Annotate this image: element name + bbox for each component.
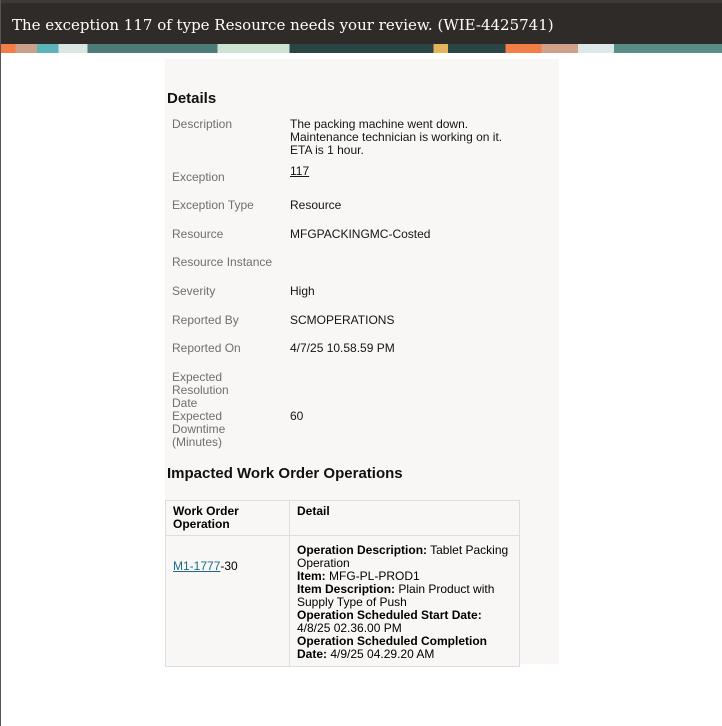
field-label: Resource	[172, 227, 224, 241]
field-value: SCMOPERATIONS	[290, 313, 395, 327]
field-label: Reported On	[172, 341, 241, 355]
field-label: Description	[172, 117, 233, 131]
notification-title: The exception 117 of type Resource needs…	[12, 16, 554, 34]
detail-line: Operation Description: Tablet Packing Op…	[297, 544, 512, 570]
detail-line: Item Description: Plain Product with Sup…	[297, 583, 512, 609]
notification-title-bar: The exception 117 of type Resource needs…	[1, 0, 722, 44]
detail-value: 4/8/25 02.36.00 PM	[297, 621, 402, 635]
detail-key: Item Description:	[297, 582, 396, 596]
field-value: Resource	[290, 198, 342, 212]
field-value: MFGPACKINGMC-Costed	[290, 227, 431, 241]
field-label: Severity	[172, 284, 216, 298]
detail-key: Operation Description:	[297, 543, 428, 557]
impacted-operations-table: Work Order Operation Detail M1-1777-30 Op…	[165, 500, 520, 667]
detail-value: 4/9/25 04.29.20 AM	[327, 647, 435, 661]
operation-sequence: -30	[220, 559, 238, 573]
field-value: The packing machine went down. Maintenan…	[290, 117, 503, 157]
work-order-link[interactable]: M1-1777	[173, 559, 220, 573]
detail-line: Operation Scheduled Completion Date: 4/9…	[297, 635, 512, 661]
impacted-heading: Impacted Work Order Operations	[167, 465, 403, 482]
field-value[interactable]: 117	[290, 165, 515, 178]
field-value: High	[290, 284, 315, 298]
field-label: Reported By	[172, 313, 239, 327]
column-header-detail: Detail	[289, 500, 520, 536]
details-heading: Details	[167, 90, 217, 107]
detail-key: Item:	[297, 569, 326, 583]
table-row: M1-1777-30 Operation Description: Tablet…	[165, 535, 520, 667]
field-label: Exception	[172, 170, 225, 184]
field-label: Resource Instance	[172, 255, 273, 269]
detail-value: MFG-PL-PROD1	[325, 569, 420, 583]
field-label: Expected Resolution Date	[172, 370, 229, 410]
column-header-work-order: Work Order Operation	[165, 500, 290, 536]
details-panel: Details Description The packing machine w…	[165, 59, 559, 667]
field-value: 4/7/25 10.58.59 PM	[290, 341, 395, 355]
field-value: 60	[290, 409, 304, 423]
operation-detail: Operation Description: Tablet Packing Op…	[289, 535, 520, 667]
field-label: Expected Downtime (Minutes)	[172, 409, 226, 449]
detail-line: Operation Scheduled Start Date: 4/8/25 0…	[297, 609, 512, 635]
detail-key: Operation Scheduled Start Date:	[297, 608, 482, 622]
field-label: Exception Type	[172, 198, 254, 212]
